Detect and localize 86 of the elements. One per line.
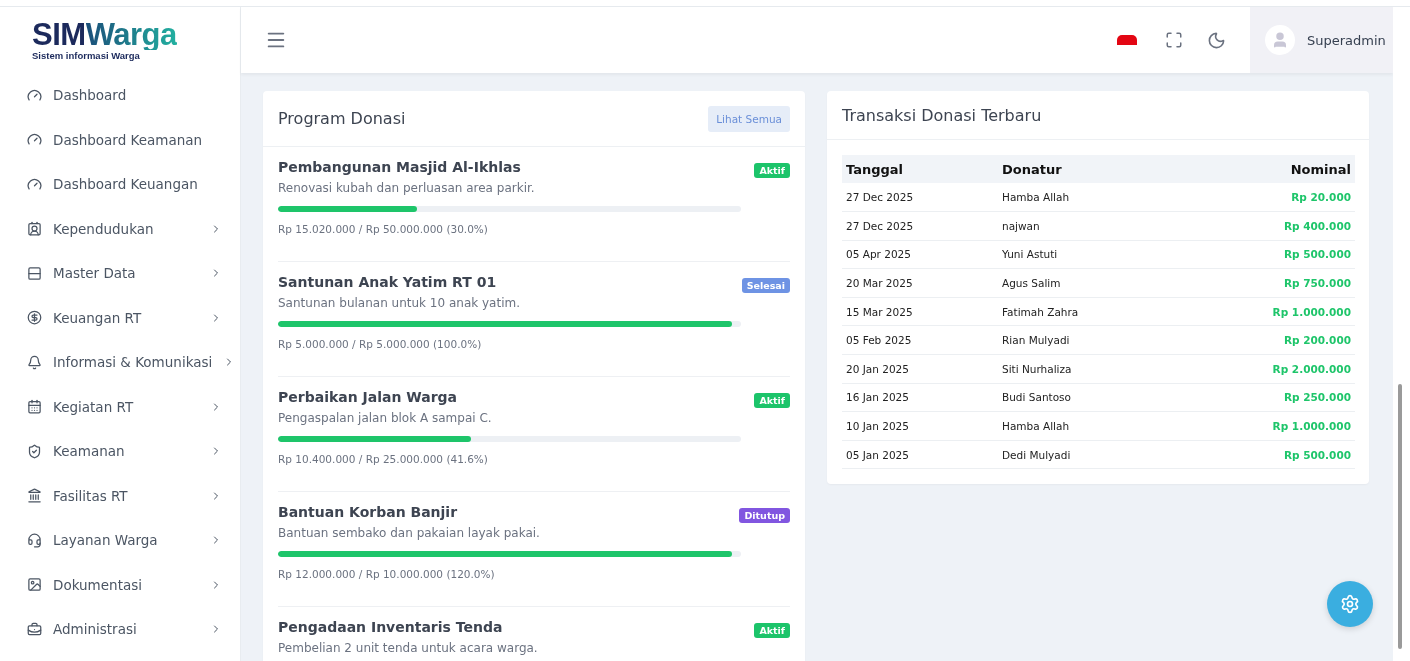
donor-cell: Fatimah Zahra <box>998 297 1175 326</box>
donor-cell: Siti Nurhaliza <box>998 354 1175 384</box>
sidebar-item[interactable]: Dokumentasi <box>0 562 240 607</box>
sidebar-item[interactable]: Kegiatan RT <box>0 384 240 429</box>
gauge-icon <box>27 176 42 192</box>
sidebar-item[interactable]: Dashboard Keamanan <box>0 117 240 162</box>
moon-button[interactable] <box>1207 30 1226 50</box>
date-cell: 27 Dec 2025 <box>842 211 998 241</box>
program-title: Bantuan Korban Banjir <box>278 504 459 520</box>
status-badge: Aktif <box>754 393 790 408</box>
avatar-icon <box>1265 25 1295 55</box>
column-header: Nominal <box>1174 155 1355 183</box>
amount-cell: Rp 500.000 <box>1174 440 1355 469</box>
sidebar-item[interactable]: Layanan Warga <box>0 518 240 563</box>
image-icon <box>27 577 42 593</box>
column-header: Donatur <box>998 155 1175 183</box>
date-cell: 05 Apr 2025 <box>842 240 998 269</box>
amount-text: Rp 12.000.000 / Rp 10.000.000 (120.0%) <box>278 568 496 580</box>
dollar-icon <box>27 310 42 326</box>
status-badge: Aktif <box>754 623 790 638</box>
amount-cell: Rp 1.000.000 <box>1174 411 1355 441</box>
amount-cell: Rp 2.000.000 <box>1174 354 1355 384</box>
date-cell: 10 Jan 2025 <box>842 411 998 441</box>
amount-cell: Rp 200.000 <box>1174 325 1355 355</box>
amount-cell: Rp 750.000 <box>1174 268 1355 298</box>
sidebar-item[interactable]: Dashboard <box>0 73 240 118</box>
sidebar-item[interactable]: Fasilitas RT <box>0 473 240 518</box>
date-cell: 20 Mar 2025 <box>842 268 998 298</box>
fullscreen-button[interactable] <box>1165 31 1183 49</box>
status-badge: Aktif <box>754 163 790 178</box>
program-title: Pengadaan Inventaris Tenda <box>278 619 504 635</box>
amount-cell: Rp 20.000 <box>1174 183 1355 212</box>
donor-cell: Hamba Allah <box>998 183 1175 212</box>
rows-icon <box>27 265 42 281</box>
card-title: Transaksi Donasi Terbaru <box>842 105 1042 125</box>
date-cell: 20 Jan 2025 <box>842 354 998 384</box>
sidebar-item[interactable]: Master Data <box>0 251 240 296</box>
sidebar-item[interactable]: Keuangan RT <box>0 295 240 340</box>
donor-cell: Budi Santoso <box>998 383 1175 412</box>
sidebar-item[interactable]: Kependudukan <box>0 206 240 251</box>
amount-text: Rp 15.020.000 / Rp 50.000.000 (30.0%) <box>278 223 489 235</box>
flag-icon[interactable] <box>1117 35 1137 45</box>
date-cell: 15 Mar 2025 <box>842 297 998 326</box>
briefcase-icon <box>27 621 42 637</box>
donor-cell: Agus Salim <box>998 268 1175 298</box>
amount-text: Rp 10.400.000 / Rp 25.000.000 (41.6%) <box>278 453 489 465</box>
program-description: Pembelian 2 unit tenda untuk acara warga. <box>278 641 538 655</box>
donor-cell: Yuni Astuti <box>998 240 1175 269</box>
amount-cell: Rp 500.000 <box>1174 240 1355 269</box>
date-cell: 05 Jan 2025 <box>842 440 998 469</box>
program-title: Perbaikan Jalan Warga <box>278 389 459 405</box>
user-menu[interactable]: Superadmin <box>1250 7 1393 73</box>
donor-cell: Rian Mulyadi <box>998 325 1175 355</box>
calendar-icon <box>27 399 42 415</box>
program-description: Bantuan sembako dan pakaian layak pakai. <box>278 526 540 540</box>
status-badge: Ditutup <box>739 508 790 523</box>
date-cell: 05 Feb 2025 <box>842 325 998 355</box>
program-title: Pembangunan Masjid Al-Ikhlas <box>278 159 522 175</box>
card-title: Program Donasi <box>278 109 406 128</box>
sidebar-item[interactable]: Dashboard Keuangan <box>0 162 240 207</box>
program-description: Santunan bulanan untuk 10 anak yatim. <box>278 296 520 310</box>
amount-cell: Rp 400.000 <box>1174 211 1355 241</box>
date-cell: 16 Jan 2025 <box>842 383 998 412</box>
program-description: Pengaspalan jalan blok A sampai C. <box>278 411 492 425</box>
status-badge: Selesai <box>741 278 790 293</box>
shield-check-icon <box>27 443 42 459</box>
column-header: Tanggal <box>842 155 998 183</box>
sidebar-item[interactable]: Informasi & Komunikasi <box>0 340 240 385</box>
donor-cell: Dedi Mulyadi <box>998 440 1175 469</box>
program-description: Renovasi kubah dan perluasan area parkir. <box>278 181 535 195</box>
sidebar-item[interactable]: Keamanan <box>0 429 240 474</box>
donor-cell: najwan <box>998 211 1175 241</box>
headset-icon <box>27 532 42 548</box>
gear-icon <box>1340 594 1360 614</box>
logo: SIMWarga Sistem informasi Warga <box>31 15 178 63</box>
amount-cell: Rp 1.000.000 <box>1174 297 1355 326</box>
amount-text: Rp 5.000.000 / Rp 5.000.000 (100.0%) <box>278 338 483 350</box>
id-card-icon <box>27 221 42 237</box>
sidebar-item[interactable]: Administrasi <box>0 607 240 652</box>
amount-cell: Rp 250.000 <box>1174 383 1355 412</box>
building-icon <box>27 488 42 504</box>
program-title: Santunan Anak Yatim RT 01 <box>278 274 498 290</box>
donor-cell: Hamba Allah <box>998 411 1175 441</box>
bell-icon <box>27 354 42 370</box>
gauge-icon <box>27 87 42 103</box>
date-cell: 27 Dec 2025 <box>842 183 998 212</box>
